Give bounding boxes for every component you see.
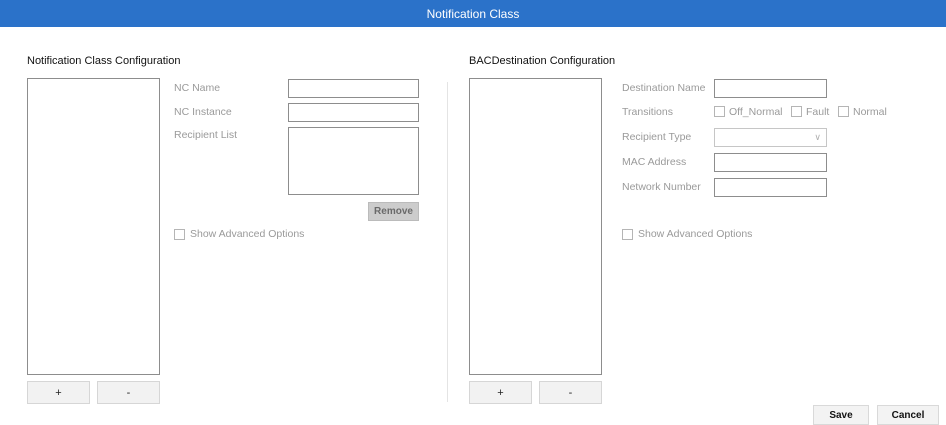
nc-instance-input[interactable]: [288, 103, 419, 122]
bacdestination-list[interactable]: [469, 78, 602, 375]
nc-instance-label: NC Instance: [174, 106, 232, 118]
show-advanced-checkbox-right[interactable]: [622, 229, 633, 240]
recipient-list-box[interactable]: [288, 127, 419, 195]
remove-recipient-button[interactable]: Remove: [368, 202, 419, 221]
add-destination-button[interactable]: +: [469, 381, 532, 404]
network-number-input[interactable]: [714, 178, 827, 197]
off-normal-checkbox[interactable]: [714, 106, 725, 117]
network-number-label: Network Number: [622, 181, 701, 193]
show-advanced-label-left: Show Advanced Options: [190, 228, 305, 240]
recipient-type-select[interactable]: ∨: [714, 128, 827, 147]
recipient-list-label: Recipient List: [174, 129, 238, 141]
bacdestination-config-title: BACDestination Configuration: [469, 55, 616, 67]
nc-name-label: NC Name: [174, 82, 221, 94]
fault-label: Fault: [806, 106, 830, 118]
normal-checkbox[interactable]: [838, 106, 849, 117]
chevron-down-icon: ∨: [814, 132, 821, 142]
recipient-type-label: Recipient Type: [622, 131, 692, 143]
save-button[interactable]: Save: [813, 405, 869, 425]
panel-divider: [447, 82, 448, 402]
show-advanced-checkbox-left[interactable]: [174, 229, 185, 240]
remove-destination-button[interactable]: -: [539, 381, 602, 404]
add-nc-button[interactable]: +: [27, 381, 90, 404]
off-normal-label: Off_Normal: [729, 106, 783, 118]
show-advanced-label-right: Show Advanced Options: [638, 228, 753, 240]
nc-name-input[interactable]: [288, 79, 419, 98]
title-bar: Notification Class: [0, 0, 946, 27]
destination-name-label: Destination Name: [622, 82, 706, 94]
nc-config-title: Notification Class Configuration: [27, 55, 181, 67]
mac-address-label: MAC Address: [622, 156, 687, 168]
cancel-button[interactable]: Cancel: [877, 405, 939, 425]
mac-address-input[interactable]: [714, 153, 827, 172]
window-title: Notification Class: [426, 6, 520, 21]
destination-name-input[interactable]: [714, 79, 827, 98]
remove-nc-button[interactable]: -: [97, 381, 160, 404]
transitions-label: Transitions: [622, 106, 673, 118]
normal-label: Normal: [853, 106, 887, 118]
fault-checkbox[interactable]: [791, 106, 802, 117]
notification-class-list[interactable]: [27, 78, 160, 375]
